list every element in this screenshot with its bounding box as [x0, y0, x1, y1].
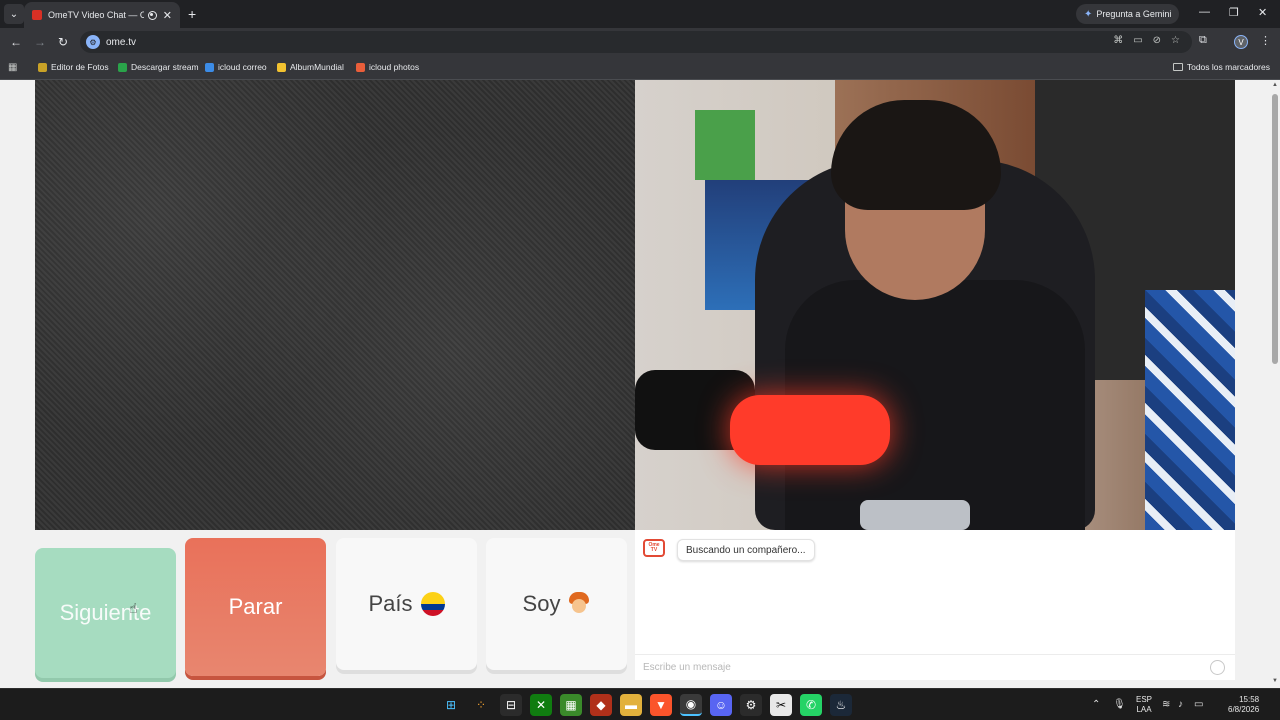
bookmark-item[interactable]: AlbumMundial — [277, 62, 344, 72]
tab-title: OmeTV Video Chat — Ome — [48, 10, 144, 20]
partner-video-static — [35, 80, 635, 530]
stop-label: Parar — [228, 594, 283, 619]
site-info-icon[interactable]: ⚙ — [86, 35, 100, 49]
minecraft-icon[interactable]: ▦ — [560, 694, 582, 716]
hand-cursor-icon: ☝ — [129, 600, 138, 616]
whatsapp-icon[interactable]: ✆ — [800, 694, 822, 716]
address-bar[interactable]: ⚙ ome.tv ⌘ ▭ ⊘ ☆ — [80, 31, 1192, 53]
tab-ometv[interactable]: OmeTV Video Chat — Ome ✕ — [24, 2, 180, 28]
bookmark-label: icloud photos — [369, 62, 420, 72]
translate-icon[interactable]: ⌘ — [1113, 35, 1123, 46]
store-icon[interactable]: ⊟ — [500, 694, 522, 716]
language-indicator[interactable]: ESP LAA — [1136, 695, 1152, 715]
colombia-flag-icon — [420, 592, 445, 616]
next-button[interactable]: Siguiente ☝ — [35, 548, 176, 678]
windows-start-icon[interactable]: ⊞ — [440, 694, 462, 716]
scrollbar-thumb[interactable] — [1272, 94, 1278, 364]
widgets-icon[interactable]: ⁘ — [470, 694, 492, 716]
omnibox-actions: ⌘ ▭ ⊘ ☆ — [1113, 35, 1180, 46]
back-arrow-icon[interactable]: ← — [10, 35, 22, 49]
chat-controls: Siguiente ☝ Parar País Soy — [35, 538, 630, 683]
bookmark-label: Descargar stream — [131, 62, 199, 72]
country-label: País — [368, 591, 413, 616]
steam-badge-icon[interactable]: ⚙ — [740, 694, 762, 716]
battery-icon[interactable]: ▭ — [1194, 699, 1203, 710]
bookmark-icon — [205, 62, 214, 72]
country-button[interactable]: País — [336, 538, 477, 670]
chat-status-message: Buscando un compañero... — [677, 539, 815, 561]
tray-chevron-icon[interactable]: ⌃ — [1092, 699, 1100, 710]
forward-arrow-icon[interactable]: → — [34, 35, 46, 49]
self-camera-video — [635, 80, 1235, 530]
ometv-logo-icon: Ome TV — [643, 539, 665, 557]
file-explorer-icon[interactable]: ▬ — [620, 694, 642, 716]
scroll-down-icon[interactable]: ▼ — [1272, 678, 1278, 684]
new-tab-button[interactable]: + — [188, 6, 196, 22]
message-input-area — [635, 654, 1235, 680]
browser-toolbar: ← → ↻ ⚙ ome.tv ⌘ ▭ ⊘ ☆ ⧉ ⋮ — [0, 28, 1280, 56]
menu-dots-icon[interactable]: ⋮ — [1260, 34, 1271, 47]
capcut-icon[interactable]: ✂ — [770, 694, 792, 716]
gemini-icon: ✦ — [1084, 8, 1093, 20]
gemini-button[interactable]: ✦ Pregunta a Gemini — [1076, 4, 1180, 24]
profile-avatar[interactable]: V — [1234, 35, 1248, 49]
maximize-button[interactable]: ❐ — [1229, 6, 1239, 19]
bookmark-icon — [277, 62, 286, 72]
taskbar-apps: ⊞ ⁘ ⊟ ✕ ▦ ◆ ▬ ▼ ◉ ☺ ⚙ ✂ ✆ ♨ — [440, 694, 852, 716]
bookmark-item[interactable]: icloud correo — [205, 62, 267, 72]
ometv-page: Siguiente ☝ Parar País Soy Ome TV Buscand… — [0, 80, 1270, 688]
ometv-favicon — [32, 10, 42, 20]
reload-icon[interactable]: ↻ — [58, 35, 68, 49]
bookmark-label: Editor de Fotos — [51, 62, 109, 72]
url-text[interactable]: ome.tv — [106, 37, 136, 48]
emoji-icon[interactable] — [1210, 660, 1225, 675]
clock[interactable]: 15:58 6/8/2026 — [1228, 695, 1259, 715]
bookmark-label: AlbumMundial — [290, 62, 344, 72]
brave-browser-icon[interactable]: ▼ — [650, 694, 672, 716]
folder-icon — [1172, 63, 1183, 71]
close-window-button[interactable]: ✕ — [1258, 6, 1267, 19]
close-tab-icon[interactable]: ✕ — [163, 9, 172, 22]
discord-icon[interactable]: ☺ — [710, 694, 732, 716]
wifi-icon[interactable]: ≋ — [1162, 699, 1170, 710]
bookmark-icon — [118, 62, 127, 72]
bookmark-star-icon[interactable]: ☆ — [1171, 35, 1180, 46]
minimize-button[interactable]: — — [1199, 6, 1210, 18]
all-bookmarks-button[interactable]: Todos los marcadores — [1172, 62, 1270, 72]
volume-icon[interactable]: ♪ — [1178, 699, 1183, 710]
xbox-icon[interactable]: ✕ — [530, 694, 552, 716]
recording-icon — [147, 10, 157, 20]
tab-search-button[interactable]: ⌄ — [4, 4, 24, 24]
windows-taskbar: ⊞ ⁘ ⊟ ✕ ▦ ◆ ▬ ▼ ◉ ☺ ⚙ ✂ ✆ ♨ ⌃ 🎙 ESP LAA ≋… — [0, 688, 1280, 720]
bookmark-item[interactable]: Descargar stream — [118, 62, 199, 72]
steam-icon[interactable]: ♨ — [830, 694, 852, 716]
eye-off-icon[interactable]: ⊘ — [1153, 35, 1161, 46]
apps-grid-icon[interactable]: ▦ — [8, 62, 17, 73]
chat-panel: Ome TV Buscando un compañero... — [635, 530, 1235, 680]
gender-label: Soy — [522, 591, 561, 616]
bookmarks-bar: ▦ Editor de Fotos Descargar stream iclou… — [0, 56, 1280, 80]
microphone-icon[interactable]: 🎙 — [1113, 699, 1126, 710]
message-input[interactable] — [635, 655, 1195, 679]
page-scrollbar[interactable]: ▲ ▼ — [1270, 80, 1280, 688]
bookmark-label: icloud correo — [218, 62, 267, 72]
next-label: Siguiente — [59, 600, 152, 625]
bookmark-item[interactable]: icloud photos — [356, 62, 419, 72]
cast-icon[interactable]: ▭ — [1133, 35, 1142, 46]
gemini-label: Pregunta a Gemini — [1096, 9, 1172, 19]
extensions-icon[interactable]: ⧉ — [1199, 34, 1207, 47]
bookmark-item[interactable]: Editor de Fotos — [38, 62, 109, 72]
stop-button[interactable]: Parar — [185, 538, 326, 676]
boy-face-icon — [568, 592, 590, 616]
all-bookmarks-label: Todos los marcadores — [1186, 62, 1270, 72]
bookmark-icon — [38, 62, 47, 72]
chrome-icon[interactable]: ◉ — [680, 694, 702, 716]
tab-strip: ⌄ OmeTV Video Chat — Ome ✕ + ✦ Pregunta … — [0, 0, 1280, 28]
scroll-up-icon[interactable]: ▲ — [1272, 82, 1278, 88]
gender-button[interactable]: Soy — [486, 538, 627, 670]
bookmark-icon — [356, 62, 365, 72]
game-launcher-icon[interactable]: ◆ — [590, 694, 612, 716]
